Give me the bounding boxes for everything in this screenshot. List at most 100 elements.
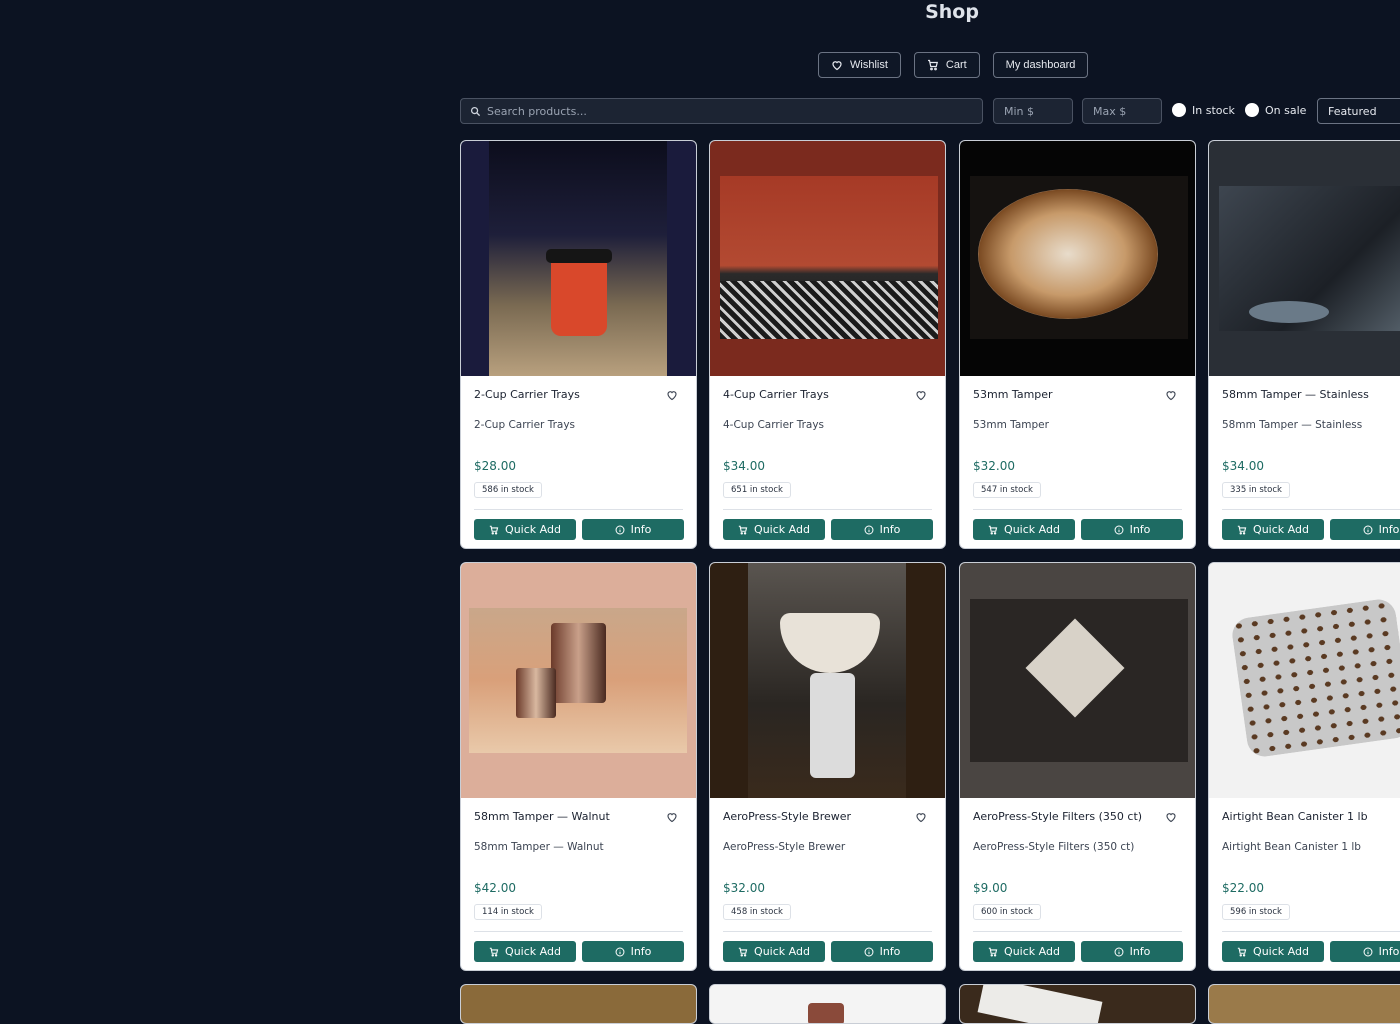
quick-add-button[interactable]: Quick Add (723, 519, 825, 540)
product-price: $34.00 (1222, 459, 1264, 473)
stock-badge: 335 in stock (1222, 482, 1290, 498)
product-image (1209, 141, 1400, 376)
info-button[interactable]: Info (582, 941, 684, 962)
product-name[interactable]: 58mm Tamper — Walnut (474, 810, 610, 823)
info-label: Info (1378, 523, 1400, 536)
cart-icon (1237, 947, 1247, 957)
info-button[interactable]: Info (831, 519, 933, 540)
cart-icon (1237, 525, 1247, 535)
product-card (709, 984, 946, 1024)
product-price: $32.00 (973, 459, 1015, 473)
cart-button[interactable]: Cart (913, 52, 980, 78)
product-image (710, 985, 945, 1023)
quick-add-button[interactable]: Quick Add (723, 941, 825, 962)
heart-icon[interactable] (915, 389, 927, 401)
product-description: 58mm Tamper — Stainless (1222, 419, 1363, 431)
page-title: Shop (925, 1, 979, 23)
info-icon (1363, 525, 1373, 534)
search-input[interactable] (487, 104, 957, 118)
quick-add-button[interactable]: Quick Add (973, 941, 1075, 962)
wishlist-button[interactable]: Wishlist (818, 52, 901, 78)
heart-icon[interactable] (1165, 389, 1177, 401)
on-sale-label: On sale (1265, 103, 1307, 117)
product-card: 4-Cup Carrier Trays 4-Cup Carrier Trays … (709, 140, 946, 549)
product-image (960, 563, 1195, 798)
product-name[interactable]: 58mm Tamper — Stainless (1222, 388, 1369, 401)
cart-label: Cart (945, 59, 967, 71)
quick-add-label: Quick Add (1004, 945, 1060, 958)
heart-icon[interactable] (915, 811, 927, 823)
quick-add-label: Quick Add (754, 523, 810, 536)
product-description: AeroPress-Style Brewer (723, 841, 846, 853)
product-image (1209, 985, 1400, 1023)
product-card: AeroPress-Style Brewer AeroPress-Style B… (709, 562, 946, 971)
info-button[interactable]: Info (1330, 519, 1400, 540)
product-image (461, 985, 696, 1023)
cart-icon (489, 525, 499, 535)
product-card: 53mm Tamper 53mm Tamper $32.00 547 in st… (959, 140, 1196, 549)
product-image (710, 141, 945, 376)
product-description: 53mm Tamper (973, 419, 1049, 431)
quick-add-label: Quick Add (505, 945, 561, 958)
cart-icon (927, 59, 938, 71)
product-name[interactable]: AeroPress-Style Filters (350 ct) (973, 810, 1142, 823)
product-description: Airtight Bean Canister 1 lb (1222, 841, 1361, 853)
product-name[interactable]: Airtight Bean Canister 1 lb (1222, 810, 1368, 823)
product-image (461, 563, 696, 798)
product-name[interactable]: 2-Cup Carrier Trays (474, 388, 580, 401)
divider (474, 509, 683, 510)
min-price-input[interactable] (993, 98, 1073, 124)
quick-add-button[interactable]: Quick Add (474, 519, 576, 540)
on-sale-filter[interactable]: On sale (1245, 103, 1306, 117)
product-card: 58mm Tamper — Stainless 58mm Tamper — St… (1208, 140, 1400, 549)
max-price-input[interactable] (1082, 98, 1162, 124)
info-button[interactable]: Info (831, 941, 933, 962)
product-name[interactable]: 53mm Tamper (973, 388, 1053, 401)
info-button[interactable]: Info (582, 519, 684, 540)
sort-select[interactable]: Featured (1317, 98, 1400, 124)
info-button[interactable]: Info (1330, 941, 1400, 962)
product-card: Airtight Bean Canister 1 lb Airtight Bea… (1208, 562, 1400, 971)
quick-add-button[interactable]: Quick Add (1222, 519, 1324, 540)
quick-add-button[interactable]: Quick Add (474, 941, 576, 962)
product-image (960, 141, 1195, 376)
info-button[interactable]: Info (1081, 941, 1183, 962)
product-description: 4-Cup Carrier Trays (723, 419, 825, 431)
info-label: Info (1129, 523, 1151, 536)
heart-icon (832, 61, 842, 71)
on-sale-checkbox[interactable] (1245, 103, 1259, 117)
divider (474, 931, 683, 932)
heart-icon[interactable] (666, 389, 678, 401)
info-label: Info (879, 945, 901, 958)
product-price: $34.00 (723, 459, 765, 473)
info-icon (1114, 947, 1124, 956)
divider (1222, 509, 1400, 510)
info-label: Info (1378, 945, 1400, 958)
info-label: Info (1129, 945, 1151, 958)
quick-add-button[interactable]: Quick Add (973, 519, 1075, 540)
quick-add-label: Quick Add (1004, 523, 1060, 536)
quick-add-button[interactable]: Quick Add (1222, 941, 1324, 962)
info-label: Info (879, 523, 901, 536)
divider (1222, 931, 1400, 932)
dashboard-button[interactable]: My dashboard (992, 52, 1089, 78)
heart-icon[interactable] (666, 811, 678, 823)
dashboard-label: My dashboard (1005, 59, 1076, 71)
product-card: AeroPress-Style Filters (350 ct) AeroPre… (959, 562, 1196, 971)
in-stock-checkbox[interactable] (1172, 103, 1186, 117)
info-icon (1114, 525, 1124, 534)
search-box[interactable] (460, 98, 983, 124)
divider (723, 931, 932, 932)
info-button[interactable]: Info (1081, 519, 1183, 540)
stock-badge: 586 in stock (474, 482, 542, 498)
stock-badge: 547 in stock (973, 482, 1041, 498)
in-stock-filter[interactable]: In stock (1172, 103, 1235, 117)
info-icon (615, 525, 625, 534)
heart-icon[interactable] (1165, 811, 1177, 823)
product-price: $9.00 (973, 881, 1008, 895)
product-name[interactable]: 4-Cup Carrier Trays (723, 388, 829, 401)
product-price: $22.00 (1222, 881, 1264, 895)
quick-add-label: Quick Add (1253, 523, 1309, 536)
filter-bar: In stock On sale Featured (460, 98, 1400, 124)
product-name[interactable]: AeroPress-Style Brewer (723, 810, 851, 823)
